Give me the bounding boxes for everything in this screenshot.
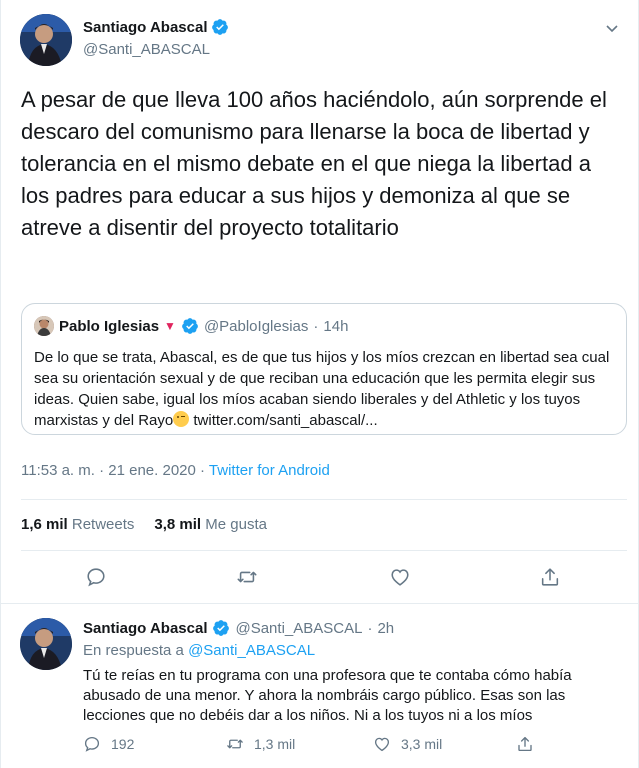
author-handle[interactable]: @Santi_ABASCAL (83, 41, 229, 58)
quoted-tweet-header: Pablo Iglesias ▼ @PabloIglesias · 14h (34, 316, 348, 336)
wink-emoji-icon (173, 411, 190, 427)
reply-context: En respuesta a @Santi_ABASCAL (83, 642, 315, 659)
reply-actions: 192 1,3 mil 3,3 mil (83, 735, 613, 755)
reply-author-handle[interactable]: @Santi_ABASCAL (235, 620, 362, 637)
verified-badge-icon (182, 318, 198, 334)
main-tweet: Santiago Abascal @Santi_ABASCAL A pesar … (1, 0, 639, 600)
divider (21, 499, 627, 500)
reply-text: Tú te reías en tu programa con una profe… (83, 667, 572, 724)
retweets-label: Retweets (67, 516, 135, 533)
avatar[interactable] (20, 14, 72, 66)
verified-badge-icon (212, 19, 229, 35)
tweet-meta: 11:53 a. m. · 21 ene. 2020 · Twitter for… (21, 462, 330, 479)
quoted-author-handle: @PabloIglesias (203, 317, 309, 335)
tweet-stats: 1,6 mil Retweets 3,8 mil Me gusta (21, 516, 267, 533)
separator-dot: · (367, 619, 373, 637)
likes-label: Me gusta (201, 516, 267, 533)
author-name-row[interactable]: Santiago Abascal (83, 18, 229, 36)
reply-author-name[interactable]: Santiago Abascal (83, 620, 207, 637)
quoted-link[interactable]: twitter.com/santi_abascal/... (189, 412, 377, 429)
reply-time[interactable]: 2h (377, 620, 394, 637)
tweet-actions (1, 566, 639, 590)
avatar[interactable] (20, 618, 72, 670)
retweet-icon[interactable] (236, 566, 258, 588)
reply-count: 192 (111, 736, 135, 752)
quoted-tweet[interactable]: Pablo Iglesias ▼ @PabloIglesias · 14h De… (21, 303, 627, 435)
heart-icon[interactable] (389, 566, 411, 588)
reply-button[interactable]: 192 (83, 735, 134, 753)
retweet-button[interactable]: 1,3 mil (226, 735, 295, 753)
retweets-count: 1,6 mil (21, 516, 68, 533)
reply-prefix: En respuesta a (83, 642, 189, 659)
like-button[interactable]: 3,3 mil (373, 735, 442, 753)
reply-to-handle[interactable]: @Santi_ABASCAL (188, 642, 315, 659)
quoted-time: 14h (323, 317, 349, 335)
tweet-source-link[interactable]: Twitter for Android (209, 462, 330, 479)
verified-badge-icon (213, 620, 230, 636)
likes-count: 3,8 mil (154, 516, 202, 533)
chevron-down-icon[interactable] (604, 20, 620, 36)
heart-icon (374, 737, 390, 752)
divider (21, 550, 627, 551)
tweet-timestamp[interactable]: 11:53 a. m. · 21 ene. 2020 · (21, 462, 209, 479)
avatar (34, 316, 54, 336)
quoted-tweet-text: De lo que se trata, Abascal, es de que t… (34, 347, 620, 431)
like-count: 3,3 mil (401, 736, 443, 752)
retweet-count: 1,3 mil (254, 736, 296, 752)
retweet-icon (227, 739, 243, 749)
share-button[interactable] (516, 735, 534, 753)
author-block: Santiago Abascal @Santi_ABASCAL (83, 18, 229, 58)
retweets-stat[interactable]: 1,6 mil Retweets (21, 516, 134, 533)
reply-icon[interactable] (85, 566, 107, 588)
quoted-author-flag: ▼ (164, 319, 176, 333)
quoted-author-name: Pablo Iglesias (59, 317, 160, 335)
tweet-thread: Santiago Abascal @Santi_ABASCAL A pesar … (0, 0, 639, 768)
reply-icon (84, 736, 100, 752)
separator-dot: · (313, 317, 319, 335)
likes-stat[interactable]: 3,8 mil Me gusta (154, 516, 267, 533)
share-icon (518, 736, 532, 752)
reply-header: Santiago Abascal @Santi_ABASCAL · 2h (83, 619, 394, 637)
tweet-text: A pesar de que lleva 100 años haciéndolo… (21, 87, 607, 240)
share-icon[interactable] (539, 566, 561, 588)
author-name: Santiago Abascal (83, 18, 208, 36)
reply-tweet[interactable]: Santiago Abascal @Santi_ABASCAL · 2h En … (1, 603, 639, 768)
